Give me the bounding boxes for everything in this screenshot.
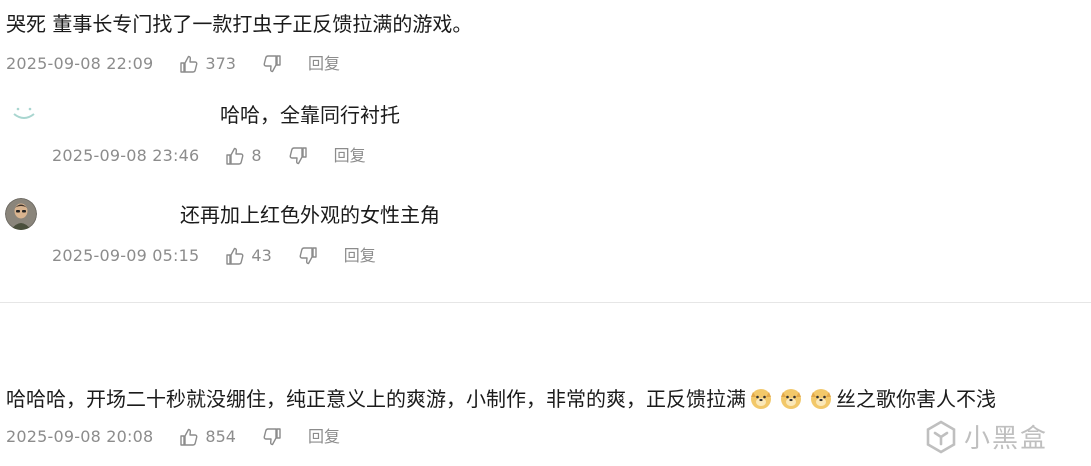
comment-4-text: 哈哈哈，开场二十秒就没绷住，纯正意义上的爽游，小制作，非常的爽，正反馈拉满 丝之… [6, 386, 996, 411]
comment-1-meta: 2025-09-08 22:09 373 回复 [6, 54, 340, 74]
comment-3-dislike-button[interactable] [298, 246, 318, 266]
comment-4-dislike-button[interactable] [262, 427, 282, 447]
comment-1-like-button[interactable]: 373 [179, 54, 236, 74]
thumbs-down-icon [263, 55, 281, 73]
comment-2-dislike-button[interactable] [288, 146, 308, 166]
comment-4-text-after: 丝之歌你害人不浅 [836, 387, 996, 411]
comment-4-like-button[interactable]: 854 [179, 427, 236, 447]
comment-2-like-button[interactable]: 8 [225, 146, 262, 166]
watermark-text: 小黑盒 [964, 424, 1049, 454]
thumbs-up-icon [226, 147, 244, 165]
comment-3-reply-button[interactable]: 回复 [344, 246, 376, 266]
comment-3-avatar[interactable] [5, 198, 37, 230]
comment-1-dislike-button[interactable] [262, 54, 282, 74]
comment-1-reply-button[interactable]: 回复 [308, 54, 340, 74]
doge-emoji-icon [749, 386, 773, 410]
comment-1-text: 哭死 董事长专门找了一款打虫子正反馈拉满的游戏。 [6, 12, 473, 36]
comment-4-like-count: 854 [205, 427, 236, 446]
watermark: 小黑盒 [924, 418, 1048, 455]
comment-4-text-before: 哈哈哈，开场二十秒就没绷住，纯正意义上的爽游，小制作，非常的爽，正反馈拉满 [6, 387, 746, 411]
thumbs-up-icon [180, 55, 198, 73]
comment-3-text: 还再加上红色外观的女性主角 [180, 203, 440, 227]
doge-emoji-icon [779, 386, 803, 410]
comment-2-avatar[interactable] [8, 98, 40, 130]
heybox-logo-icon [926, 419, 956, 454]
comment-4-meta: 2025-09-08 20:08 854 回复 [6, 427, 340, 447]
comment-3-like-count: 43 [251, 246, 272, 265]
doge-emoji-icon [809, 386, 833, 410]
comment-3-like-button[interactable]: 43 [225, 246, 272, 266]
comment-2-like-count: 8 [251, 146, 262, 165]
comment-4-time: 2025-09-08 20:08 [6, 427, 154, 446]
comment-3-time: 2025-09-09 05:15 [52, 246, 200, 265]
thumbs-down-icon [299, 247, 317, 265]
thumbs-up-icon [226, 247, 244, 265]
user-avatar-icon [5, 198, 37, 230]
comment-1-time: 2025-09-08 22:09 [6, 54, 154, 73]
thumbs-up-icon [180, 428, 198, 446]
comment-2-meta: 2025-09-08 23:46 8 回复 [52, 146, 366, 166]
comment-3-meta: 2025-09-09 05:15 43 回复 [52, 246, 376, 266]
thumbs-down-icon [263, 428, 281, 446]
comment-2-text: 哈哈，全靠同行衬托 [220, 103, 400, 127]
comment-2-reply-button[interactable]: 回复 [334, 146, 366, 166]
comment-4-reply-button[interactable]: 回复 [308, 427, 340, 447]
comment-1-like-count: 373 [205, 54, 236, 73]
thumbs-down-icon [289, 147, 307, 165]
comment-2-time: 2025-09-08 23:46 [52, 146, 200, 165]
comment-divider [0, 302, 1091, 303]
smile-avatar-icon [8, 98, 40, 130]
